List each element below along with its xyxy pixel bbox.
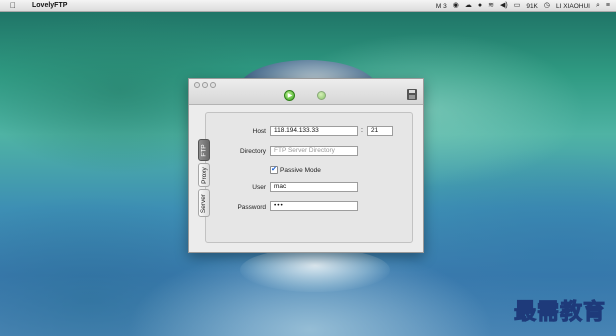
status-item-91k[interactable]: 91K <box>526 3 538 10</box>
port-separator: : <box>361 127 363 134</box>
passive-mode-checkbox[interactable]: ✔ <box>270 166 278 174</box>
play-icon: ▶ <box>287 92 293 99</box>
circle-icon[interactable]: ◉ <box>453 0 459 12</box>
menu-bar-status: M 3 ◉ ☁ ● ≋ ◀) ▭ 91K ◷ LI XIAOHUI ⌕ ≡ <box>436 0 610 12</box>
apple-icon[interactable]:  <box>10 1 18 10</box>
connect-button[interactable]: ▶ <box>284 90 295 101</box>
user-label: User <box>252 184 266 191</box>
volume-icon[interactable]: ◀) <box>500 0 508 12</box>
host-input[interactable]: 118.194.133.33 <box>270 126 358 136</box>
minimize-window-button[interactable] <box>202 82 208 88</box>
close-window-button[interactable] <box>194 82 200 88</box>
user-input[interactable]: mac <box>270 182 358 192</box>
clock-icon[interactable]: ◷ <box>544 0 550 12</box>
app-menu-name[interactable]: LovelyFTP <box>32 2 67 9</box>
status-item-m3[interactable]: M 3 <box>436 3 447 10</box>
port-input[interactable]: 21 <box>367 126 393 136</box>
directory-input[interactable]: FTP Server Directory <box>270 146 358 156</box>
directory-label: Directory <box>239 148 266 155</box>
stop-button[interactable] <box>317 91 326 100</box>
cloud-icon[interactable]: ☁ <box>465 0 472 12</box>
zoom-window-button[interactable] <box>210 82 216 88</box>
host-label: Host <box>252 128 266 135</box>
tab-proxy-label: Proxy <box>200 166 208 184</box>
tab-server[interactable]: Server <box>198 189 210 217</box>
list-icon[interactable]: ≡ <box>606 0 610 12</box>
wifi-icon[interactable]: ≋ <box>488 0 494 12</box>
lovelyftp-window: ▶ FTP Proxy Server <box>188 78 424 253</box>
window-toolbar: ▶ <box>189 79 423 105</box>
dot-icon[interactable]: ● <box>478 0 482 12</box>
user-name[interactable]: LI XIAOHUI <box>556 3 590 10</box>
password-label: Password <box>237 204 266 211</box>
search-icon[interactable]: ⌕ <box>596 0 600 12</box>
password-input[interactable]: ••• <box>270 201 358 211</box>
passive-mode-label: Passive Mode <box>280 167 321 174</box>
wallpaper-wave-foam <box>240 248 390 292</box>
watermark-text: 最需教育 <box>513 299 606 326</box>
menu-bar:  LovelyFTP M 3 ◉ ☁ ● ≋ ◀) ▭ 91K ◷ LI XI… <box>0 0 616 12</box>
save-icon[interactable] <box>407 89 417 100</box>
battery-icon[interactable]: ▭ <box>514 0 521 12</box>
